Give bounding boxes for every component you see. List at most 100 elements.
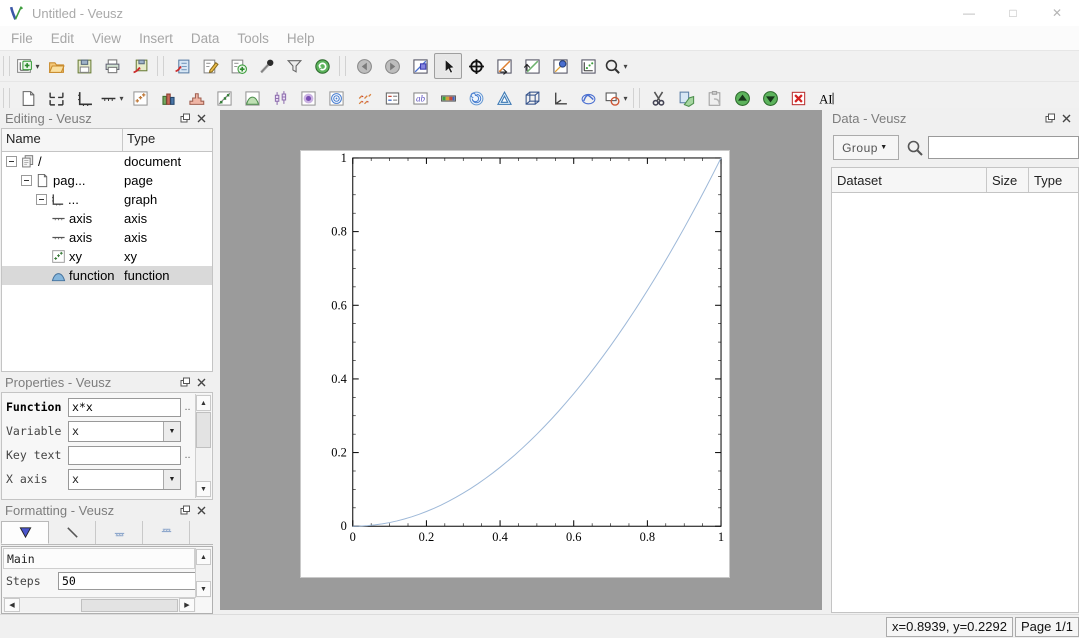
- tree-collapse-icon[interactable]: [6, 156, 17, 167]
- function-input[interactable]: [68, 398, 181, 417]
- create-dataset-button[interactable]: [224, 53, 252, 79]
- chevron-down-icon[interactable]: ▾: [623, 62, 627, 71]
- float-panel-icon[interactable]: [1042, 111, 1058, 125]
- chevron-down-icon[interactable]: ▼: [163, 422, 180, 441]
- new-document-button[interactable]: ▾: [14, 53, 42, 79]
- chevron-down-icon[interactable]: ▼: [163, 470, 180, 489]
- float-panel-icon[interactable]: [177, 111, 193, 125]
- chevron-down-icon[interactable]: ▾: [623, 94, 627, 103]
- menu-view[interactable]: View: [83, 31, 130, 46]
- menu-data[interactable]: Data: [182, 31, 229, 46]
- x-tick-label: 0.4: [492, 530, 508, 544]
- dataset-table-body[interactable]: [831, 193, 1079, 613]
- window-title: Untitled - Veusz: [32, 6, 123, 21]
- filter-data-button[interactable]: [280, 53, 308, 79]
- export-document-button[interactable]: [126, 53, 154, 79]
- view-whole-plot-button[interactable]: [574, 53, 602, 79]
- reload-data-button[interactable]: [308, 53, 336, 79]
- plot-page[interactable]: 00.20.40.60.8100.20.40.60.81: [300, 150, 730, 578]
- import-data-button[interactable]: [168, 53, 196, 79]
- type-column[interactable]: Type: [1029, 168, 1078, 192]
- tree-item-name[interactable]: pag...: [53, 173, 86, 188]
- scroll-up-icon[interactable]: ▲: [196, 395, 211, 411]
- open-document-button[interactable]: [42, 53, 70, 79]
- next-page-button[interactable]: [378, 53, 406, 79]
- zoom-y-axis-button[interactable]: [518, 53, 546, 79]
- tree-row-function[interactable]: functionfunction: [2, 266, 212, 285]
- format-fill-below-tab[interactable]: [96, 521, 143, 544]
- menu-tools[interactable]: Tools: [228, 31, 278, 46]
- edit-expression-button[interactable]: ..: [181, 449, 194, 461]
- scroll-down-icon[interactable]: ▼: [196, 481, 211, 497]
- select-items-button[interactable]: [434, 53, 462, 79]
- capture-data-button[interactable]: [252, 53, 280, 79]
- format-fill-above-tab[interactable]: [143, 521, 190, 544]
- menu-file[interactable]: File: [2, 31, 42, 46]
- group-button[interactable]: Group ▼: [833, 135, 899, 160]
- tree-row-axis[interactable]: axisaxis: [2, 228, 212, 247]
- recenter-graph-button[interactable]: [546, 53, 574, 79]
- zoom-magnify-button[interactable]: ▾: [602, 53, 630, 79]
- variable-select[interactable]: x▼: [68, 421, 181, 442]
- tree-item-name[interactable]: axis: [69, 211, 92, 226]
- save-document-button[interactable]: [70, 53, 98, 79]
- tree-row-document[interactable]: /document: [2, 152, 212, 171]
- float-panel-icon[interactable]: [177, 375, 193, 389]
- x-axis-select[interactable]: x▼: [68, 469, 181, 490]
- float-panel-icon[interactable]: [177, 503, 193, 517]
- scroll-left-icon[interactable]: ◀: [4, 598, 20, 612]
- add-key-icon: [384, 90, 401, 107]
- tree-item-name[interactable]: ...: [68, 192, 79, 207]
- tree-column-headers[interactable]: Name Type: [1, 128, 213, 151]
- steps-input[interactable]: [58, 572, 196, 590]
- tree-item-name[interactable]: axis: [69, 230, 92, 245]
- add-polar-icon: [468, 90, 485, 107]
- dataset-table-header[interactable]: Dataset Size Type: [831, 167, 1079, 193]
- size-column[interactable]: Size: [987, 168, 1029, 192]
- tree-item-name[interactable]: xy: [69, 249, 82, 264]
- scroll-up-icon[interactable]: ▲: [196, 549, 211, 565]
- tree-row-xy[interactable]: xyxy: [2, 247, 212, 266]
- formatting-hscrollbar[interactable]: ◀ ▶: [3, 597, 196, 612]
- print-document-button[interactable]: [98, 53, 126, 79]
- close-button[interactable]: ✕: [1035, 0, 1079, 26]
- tree-collapse-icon[interactable]: [21, 175, 32, 186]
- close-panel-icon[interactable]: [193, 375, 209, 389]
- close-panel-icon[interactable]: [193, 111, 209, 125]
- pan-graph-button[interactable]: [462, 53, 490, 79]
- properties-scrollbar[interactable]: ▲ ▼: [195, 394, 211, 498]
- tree-collapse-icon[interactable]: [36, 194, 47, 205]
- edit-data-button[interactable]: [196, 53, 224, 79]
- tree-row-page[interactable]: pag...page: [2, 171, 212, 190]
- zoom-into-graph-button[interactable]: [406, 53, 434, 79]
- maximize-button[interactable]: □: [991, 0, 1035, 26]
- tree-col-type[interactable]: Type: [123, 129, 212, 151]
- key-text-input[interactable]: [68, 446, 181, 465]
- dataset-search-input[interactable]: [928, 136, 1079, 159]
- paste-widget-icon: [706, 90, 723, 107]
- tree-col-name[interactable]: Name: [2, 129, 123, 151]
- tree-item-name[interactable]: function: [69, 268, 115, 283]
- edit-expression-button[interactable]: ..: [181, 401, 194, 413]
- tree-item-name[interactable]: /: [38, 154, 42, 169]
- close-panel-icon[interactable]: [193, 503, 209, 517]
- scroll-down-icon[interactable]: ▼: [196, 581, 211, 597]
- tree-row-graph[interactable]: ...graph: [2, 190, 212, 209]
- zoom-x-axis-button[interactable]: [490, 53, 518, 79]
- previous-page-button[interactable]: [350, 53, 378, 79]
- menu-insert[interactable]: Insert: [130, 31, 182, 46]
- minimize-button[interactable]: —: [947, 0, 991, 26]
- close-panel-icon[interactable]: [1058, 111, 1074, 125]
- menu-help[interactable]: Help: [278, 31, 324, 46]
- chevron-down-icon[interactable]: ▾: [119, 94, 123, 103]
- format-line-tab[interactable]: [49, 521, 96, 544]
- formatting-vscrollbar[interactable]: ▲ ▼: [195, 548, 211, 598]
- plot-canvas[interactable]: 00.20.40.60.8100.20.40.60.81: [220, 110, 822, 610]
- tree-row-axis[interactable]: axisaxis: [2, 209, 212, 228]
- menu-edit[interactable]: Edit: [42, 31, 83, 46]
- format-main-tab[interactable]: [1, 521, 49, 544]
- scroll-right-icon[interactable]: ▶: [179, 598, 195, 612]
- chevron-down-icon[interactable]: ▾: [35, 62, 39, 71]
- dataset-column[interactable]: Dataset: [832, 168, 987, 192]
- editing-panel: Editing - Veusz Name Type /documentpag..…: [0, 108, 214, 372]
